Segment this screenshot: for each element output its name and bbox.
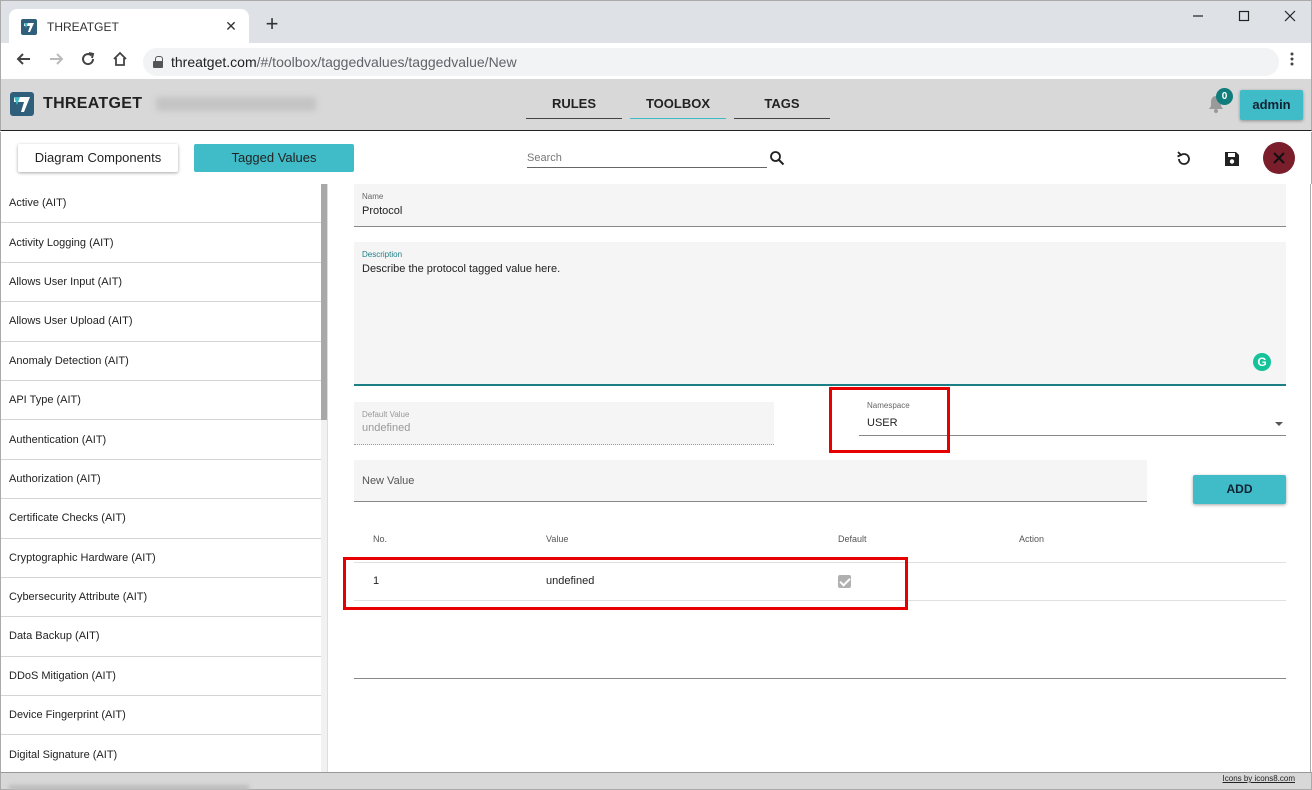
list-item[interactable]: Active (AIT) <box>1 184 321 224</box>
description-field[interactable]: Description Describe the protocol tagged… <box>354 242 1286 386</box>
brand-name: THREATGET <box>43 95 143 112</box>
threatget-logo-icon <box>10 92 34 116</box>
name-field[interactable]: Name Protocol <box>354 184 1286 227</box>
url-path: /#/toolbox/taggedvalues/taggedvalue/New <box>256 54 517 70</box>
browser-tab[interactable]: THREATGET ✕ <box>9 9 249 44</box>
close-icon <box>1273 152 1285 164</box>
lock-icon <box>153 56 163 68</box>
tab-close-icon[interactable]: ✕ <box>223 18 239 35</box>
column-header-default: Default <box>838 534 867 544</box>
name-value: Protocol <box>362 205 403 217</box>
list-item[interactable]: Cybersecurity Attribute (AIT) <box>1 578 321 618</box>
column-header-value: Value <box>546 534 569 544</box>
window-close-icon[interactable] <box>1279 7 1301 27</box>
blurred-status-text <box>9 785 249 790</box>
column-header-no: No. <box>373 534 388 544</box>
namespace-highlight-box <box>829 387 950 453</box>
back-arrow-icon[interactable] <box>13 50 35 72</box>
list-item[interactable]: Allows User Upload (AIT) <box>1 302 321 342</box>
browser-menu-icon[interactable] <box>1287 51 1297 73</box>
list-item[interactable]: Cryptographic Hardware (AIT) <box>1 539 321 578</box>
url-input[interactable]: threatget.com/#/toolbox/taggedvalues/tag… <box>143 48 1279 76</box>
blurred-project-name <box>156 97 317 111</box>
list-item[interactable]: Activity Logging (AIT) <box>1 223 321 263</box>
name-label: Name <box>362 192 384 201</box>
list-item[interactable]: Data Backup (AIT) <box>1 617 321 657</box>
grammarly-icon[interactable]: G <box>1253 353 1271 371</box>
new-value-placeholder: New Value <box>362 475 415 487</box>
reload-icon[interactable] <box>77 50 99 72</box>
description-label: Description <box>362 250 403 259</box>
scrollbar-track[interactable] <box>321 420 327 772</box>
scrollbar-thumb[interactable] <box>321 184 327 420</box>
list-item[interactable]: Device Fingerprint (AIT) <box>1 696 321 736</box>
close-editor-button[interactable] <box>1263 142 1295 174</box>
column-header-action: Action <box>1019 534 1045 544</box>
default-value-text: undefined <box>362 422 411 434</box>
nav-tab-tags[interactable]: TAGS <box>734 91 830 119</box>
search-icon[interactable] <box>769 150 785 166</box>
address-bar: threatget.com/#/toolbox/taggedvalues/tag… <box>0 43 1312 79</box>
list-item[interactable]: Anomaly Detection (AIT) <box>1 342 321 381</box>
brand[interactable]: THREATGET <box>10 92 317 116</box>
nav-tab-toolbox[interactable]: TOOLBOX <box>630 91 726 119</box>
add-value-button[interactable]: ADD <box>1193 475 1286 504</box>
new-value-input[interactable]: New Value <box>354 460 1147 502</box>
list-item[interactable]: Digital Signature (AIT) <box>1 735 321 772</box>
diagram-components-button[interactable]: Diagram Components <box>18 144 178 172</box>
list-item[interactable]: DDoS Mitigation (AIT) <box>1 657 321 697</box>
list-item[interactable]: API Type (AIT) <box>1 381 321 421</box>
search-input[interactable] <box>527 148 767 168</box>
toolbox-toolbar: Diagram Components Tagged Values <box>0 132 1312 184</box>
tab-title: THREATGET <box>47 19 119 34</box>
notification-badge: 0 <box>1216 88 1233 105</box>
app-header: THREATGET RULES TOOLBOX TAGS <box>0 79 1312 131</box>
home-icon[interactable] <box>109 50 131 72</box>
status-footer: Icons by icons8.com <box>0 772 1312 790</box>
tagged-values-button[interactable]: Tagged Values <box>194 144 354 172</box>
maximize-icon[interactable] <box>1233 7 1255 27</box>
table-bottom-border <box>354 678 1286 679</box>
threatget-logo-icon <box>21 18 37 35</box>
user-menu-button[interactable]: admin <box>1240 90 1303 120</box>
list-item[interactable]: Allows User Input (AIT) <box>1 263 321 303</box>
reset-icon[interactable] <box>1175 150 1193 168</box>
row-highlight-box <box>343 557 908 610</box>
list-item[interactable]: Authentication (AIT) <box>1 420 321 460</box>
default-value-label: Default Value <box>362 410 410 419</box>
tagged-values-list: Active (AIT) Activity Logging (AIT) Allo… <box>0 184 328 772</box>
nav-tab-rules[interactable]: RULES <box>526 91 622 119</box>
minimize-icon[interactable] <box>1187 7 1209 27</box>
description-value: Describe the protocol tagged value here. <box>362 263 561 275</box>
browser-tab-bar: THREATGET ✕ + <box>0 0 1312 44</box>
save-icon[interactable] <box>1223 150 1241 168</box>
icons-credit-link[interactable]: Icons by icons8.com <box>1223 774 1295 783</box>
forward-arrow-icon[interactable] <box>45 50 67 72</box>
list-item[interactable]: Authorization (AIT) <box>1 460 321 500</box>
default-value-field: Default Value undefined <box>354 402 774 445</box>
url-host: threatget.com <box>171 54 257 70</box>
list-item[interactable]: Certificate Checks (AIT) <box>1 499 321 539</box>
new-tab-button[interactable]: + <box>261 13 283 35</box>
chevron-down-icon[interactable] <box>1275 422 1283 426</box>
